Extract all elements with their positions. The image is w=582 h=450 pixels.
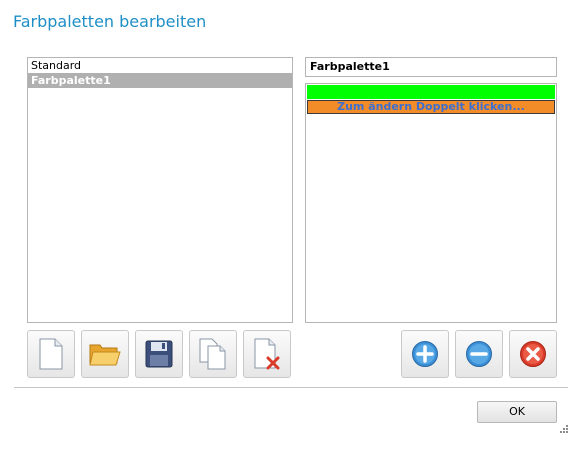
save-palette-button[interactable] bbox=[135, 330, 183, 378]
color-list[interactable]: Zum ändern Doppelt klicken... bbox=[305, 83, 557, 323]
delete-color-button[interactable] bbox=[509, 330, 557, 378]
add-circle-icon bbox=[411, 340, 439, 368]
remove-circle-icon bbox=[465, 340, 493, 368]
palette-item-farbpalette1[interactable]: Farbpalette1 bbox=[28, 73, 292, 88]
copy-palette-button[interactable] bbox=[189, 330, 237, 378]
new-palette-button[interactable] bbox=[27, 330, 75, 378]
footer-divider bbox=[14, 387, 568, 388]
save-disk-icon bbox=[145, 340, 173, 368]
palette-item-standard[interactable]: Standard bbox=[28, 58, 292, 73]
open-palette-button[interactable] bbox=[81, 330, 129, 378]
new-document-icon bbox=[38, 338, 64, 370]
remove-color-button[interactable] bbox=[455, 330, 503, 378]
resize-grip-icon[interactable] bbox=[559, 424, 569, 434]
palette-name-input[interactable]: Farbpalette1 bbox=[305, 57, 557, 77]
delete-circle-icon bbox=[519, 340, 547, 368]
palette-list[interactable]: Standard Farbpalette1 bbox=[27, 57, 293, 323]
color-swatch-orange[interactable]: Zum ändern Doppelt klicken... bbox=[307, 100, 555, 114]
ok-button[interactable]: OK bbox=[477, 401, 557, 423]
delete-document-icon bbox=[253, 338, 281, 370]
color-swatch-green[interactable] bbox=[307, 85, 555, 99]
copy-document-icon bbox=[199, 338, 227, 370]
dialog-title: Farbpaletten bearbeiten bbox=[13, 12, 207, 31]
add-color-button[interactable] bbox=[401, 330, 449, 378]
open-folder-icon bbox=[89, 341, 121, 367]
delete-palette-button[interactable] bbox=[243, 330, 291, 378]
